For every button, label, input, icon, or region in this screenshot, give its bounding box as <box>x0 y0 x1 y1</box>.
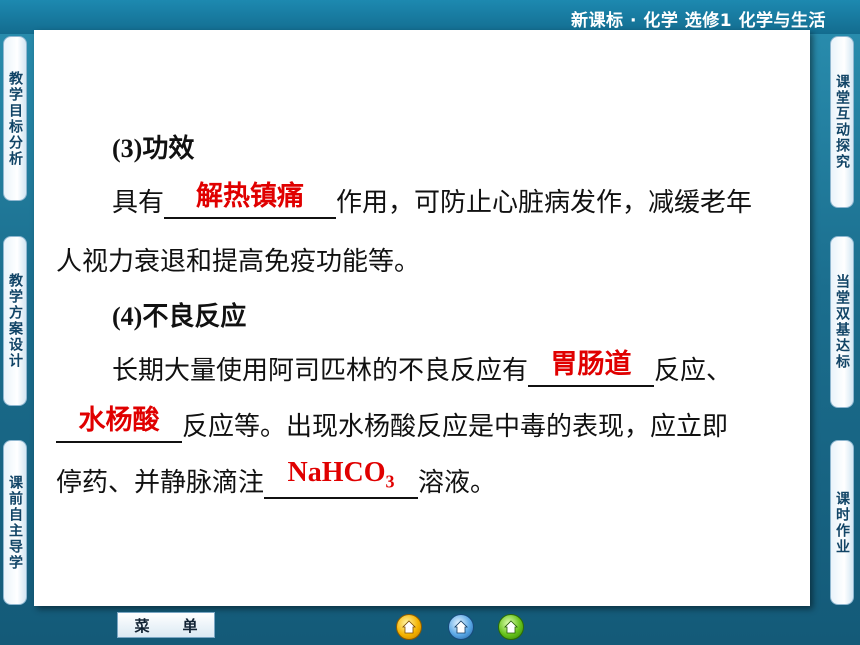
section3-line2: 人视力衰退和提高免疫功能等。 <box>56 247 421 277</box>
menu-label-2: 单 <box>182 616 198 635</box>
section4-line1-suffix: 反应、 <box>654 356 733 386</box>
section4-line1-prefix: 长期大量使用阿司匹林的不良反应有 <box>112 356 529 386</box>
tab-preview-study[interactable]: 课前自主导学 <box>3 440 27 605</box>
tab-label: 课时作业 <box>834 490 850 555</box>
tab-teaching-plan[interactable]: 教学方案设计 <box>3 236 27 406</box>
next-icon[interactable] <box>498 614 524 640</box>
formula-subscript: 3 <box>385 472 395 492</box>
header-bar: 新课标 · 化学 选修1 化学与生活 <box>0 0 860 34</box>
answer-blank-1: 解热镇痛 <box>164 181 337 219</box>
section4-heading: (4)不良反应 <box>112 302 247 331</box>
section4-line2: 水杨酸 反应等。出现水杨酸反应是中毒的表现，应立即 <box>56 405 729 443</box>
section3-line1: 具有 解热镇痛 作用，可防止心脏病发作，减缓老年 <box>112 181 753 219</box>
answer-text-2: 胃肠道 <box>550 349 632 380</box>
section4-line3-suffix: 溶液。 <box>418 468 497 498</box>
answer-blank-2: 胃肠道 <box>528 349 655 387</box>
answer-text-1: 解热镇痛 <box>196 181 305 212</box>
section4-line2-suffix: 反应等。出现水杨酸反应是中毒的表现，应立即 <box>182 412 729 442</box>
section3-line1-suffix: 作用，可防止心脏病发作，减缓老年 <box>336 188 753 218</box>
header-title: 新课标 · 化学 选修1 化学与生活 <box>571 11 826 31</box>
previous-icon[interactable] <box>448 614 474 640</box>
answer-text-3: 水杨酸 <box>78 405 160 436</box>
section4-line1: 长期大量使用阿司匹林的不良反应有 胃肠道 反应、 <box>112 349 733 387</box>
answer-blank-3: 水杨酸 <box>56 405 182 443</box>
section4-line3-prefix: 停药、并静脉滴注 <box>56 468 265 498</box>
menu-label-1: 菜 <box>134 616 150 635</box>
home-icon[interactable] <box>396 614 422 640</box>
answer-text-4: NaHCO3 <box>264 457 418 493</box>
tab-teaching-objectives[interactable]: 教学目标分析 <box>3 36 27 201</box>
tab-label: 当堂双基达标 <box>834 274 850 370</box>
section4-line3: 停药、并静脉滴注 NaHCO3 溶液。 <box>56 457 497 499</box>
tab-label: 课前自主导学 <box>7 474 23 571</box>
tab-homework[interactable]: 课时作业 <box>830 440 854 605</box>
answer-blank-4: NaHCO3 <box>264 457 419 499</box>
tab-in-class-practice[interactable]: 当堂双基达标 <box>830 236 854 408</box>
menu-button[interactable]: 菜 单 <box>117 612 215 638</box>
section3-line1-prefix: 具有 <box>112 188 165 218</box>
formula-main: NaHCO <box>287 457 386 489</box>
tab-label: 课堂互动探究 <box>834 74 850 170</box>
slide-content: (3)功效 具有 解热镇痛 作用，可防止心脏病发作，减缓老年 人视力衰退和提高免疫功… <box>34 30 810 606</box>
tab-label: 教学方案设计 <box>7 273 23 369</box>
tab-class-interaction[interactable]: 课堂互动探究 <box>830 36 854 208</box>
section3-heading: (3)功效 <box>112 134 195 163</box>
tab-label: 教学目标分析 <box>7 70 23 167</box>
